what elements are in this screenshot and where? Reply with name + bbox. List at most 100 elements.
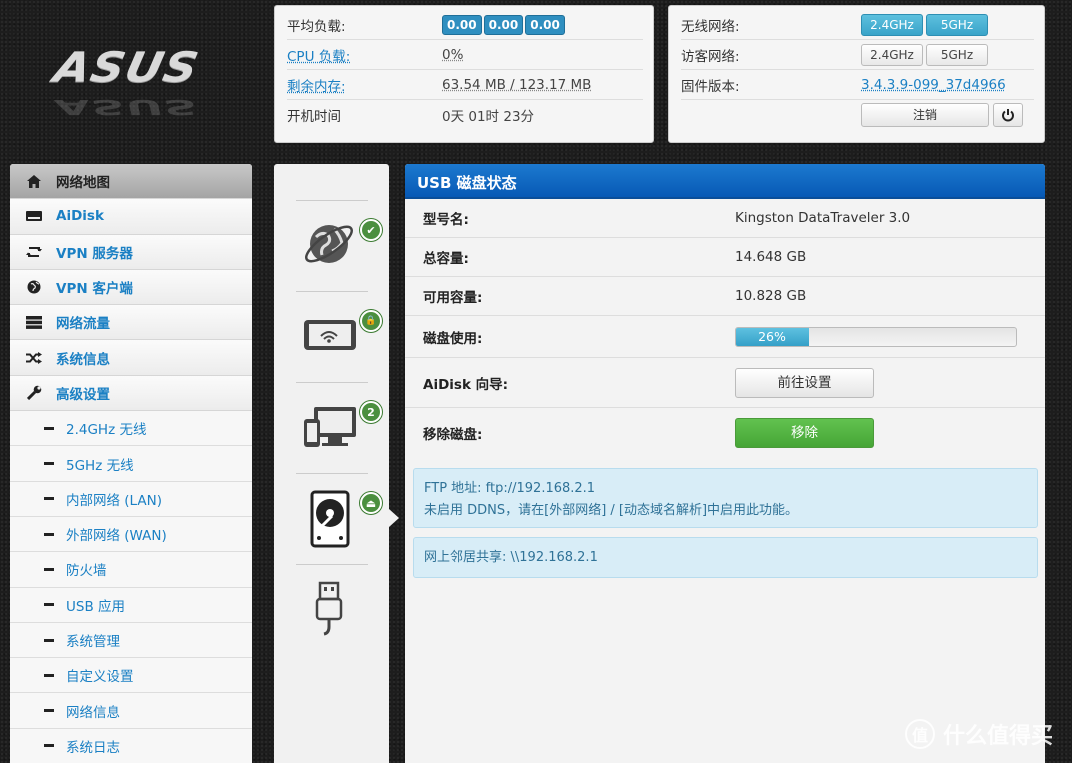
watermark: 值 什么值得买 — [905, 718, 1053, 750]
shuffle-icon — [22, 350, 46, 366]
selected-pointer — [389, 509, 399, 527]
sidebar-subitem-admin[interactable]: 系统管理 — [10, 622, 252, 659]
wireless-5ghz-button[interactable]: 5GHz — [926, 13, 988, 36]
sidebar-subitem-wan[interactable]: 外部网络 (WAN) — [10, 516, 252, 553]
sidebar-item-aidisk[interactable]: AiDisk — [10, 199, 252, 235]
sidebar-item-system-info[interactable]: 系统信息 — [10, 340, 252, 376]
wireless-24ghz-button[interactable]: 2.4GHz — [861, 13, 923, 36]
guest-network-row: 访客网络: 2.4GHz 5GHz — [681, 40, 1034, 70]
firmware-row: 固件版本: 3.4.3.9-099_37d4966 — [681, 70, 1034, 100]
usb-port-cell[interactable] — [296, 564, 368, 656]
firmware-label: 固件版本: — [681, 78, 740, 95]
sidebar-item-label: VPN 服务器 — [56, 245, 133, 262]
sidebar-subitem-firewall[interactable]: 防火墙 — [10, 552, 252, 588]
free-capacity-value: 10.828 GB — [735, 288, 807, 304]
watermark-logo-icon: 值 — [905, 719, 935, 749]
uptime-row: 开机时间 0天 01时 23分 — [287, 100, 643, 130]
traffic-icon — [22, 314, 46, 330]
sidebar-subitem-label: 系统管理 — [66, 634, 120, 650]
usb-disk-status-panel: USB 磁盘状态 型号名: Kingston DataTraveler 3.0 … — [405, 164, 1045, 763]
dash-icon — [44, 532, 54, 536]
home-icon — [22, 173, 46, 189]
wrench-icon — [22, 385, 46, 401]
sidebar-subitem-24ghz[interactable]: 2.4GHz 无线 — [10, 411, 252, 447]
clients-cell[interactable]: 2 — [296, 382, 382, 474]
sidebar-subitem-lan[interactable]: 内部网络 (LAN) — [10, 481, 252, 517]
clients-icon — [304, 407, 356, 447]
remove-disk-button[interactable]: 移除 — [735, 418, 874, 448]
guest-24ghz-button[interactable]: 2.4GHz — [861, 43, 923, 66]
free-capacity-label: 可用容量: — [423, 290, 483, 306]
sidebar-subitem-label: USB 应用 — [66, 598, 126, 615]
ftp-address-text: FTP 地址: ftp://192.168.2.1 — [424, 481, 596, 496]
guest-5ghz-button[interactable]: 5GHz — [926, 43, 988, 66]
usb-disk-cell[interactable]: ⏏ — [296, 473, 382, 565]
sidebar-subitem-label: 系统日志 — [66, 739, 120, 756]
panel-title: USB 磁盘状态 — [405, 164, 1045, 199]
firmware-version-link[interactable]: 3.4.3.9-099_37d4966 — [861, 77, 1006, 93]
sidebar-subitem-label: 外部网络 (WAN) — [66, 528, 167, 545]
disk-usage-percent: 26% — [758, 328, 786, 344]
model-row: 型号名: Kingston DataTraveler 3.0 — [405, 199, 1045, 238]
sidebar-item-label: 网络地图 — [56, 175, 110, 192]
client-count-badge: 2 — [360, 401, 382, 423]
sidebar-subitem-netinfo[interactable]: 网络信息 — [10, 693, 252, 729]
remove-disk-label: 移除磁盘: — [423, 427, 483, 443]
ddns-notice-text: 未启用 DDNS，请在[外部网络] / [动态域名解析]中启用此功能。 — [424, 503, 799, 518]
lock-badge: 🔒 — [360, 310, 382, 332]
sidebar-item-label: 网络流量 — [56, 316, 110, 333]
sidebar-subitem-label: 自定义设置 — [66, 669, 134, 686]
free-memory-link[interactable]: 剩余内存: — [287, 75, 442, 95]
internet-globe-icon — [305, 225, 353, 263]
aidisk-wizard-label: AiDisk 向导: — [423, 376, 509, 393]
dash-icon — [44, 567, 54, 571]
goto-settings-button[interactable]: 前往设置 — [735, 367, 874, 398]
dash-icon — [44, 638, 54, 642]
cpu-load-link[interactable]: CPU 负载: — [287, 45, 442, 65]
sidebar-subitem-syslog[interactable]: 系统日志 — [10, 728, 252, 763]
sidebar-item-traffic[interactable]: 网络流量 — [10, 305, 252, 341]
wireless-row: 无线网络: 2.4GHz 5GHz — [681, 10, 1034, 40]
wireless-security-cell[interactable]: 🔒 — [296, 291, 382, 383]
ftp-info-box: FTP 地址: ftp://192.168.2.1 未启用 DDNS，请在[外部… — [413, 468, 1038, 528]
sidebar-item-vpn-client[interactable]: VPN 客户端 — [10, 269, 252, 306]
wireless-status-box: 无线网络: 2.4GHz 5GHz 访客网络: 2.4GHz 5GHz 固件版本: … — [668, 5, 1045, 143]
sidebar-item-label: AiDisk — [56, 208, 104, 225]
sidebar-subitem-5ghz[interactable]: 5GHz 无线 — [10, 446, 252, 482]
sidebar-item-advanced[interactable]: 高级设置 — [10, 375, 252, 412]
cpu-load-row: CPU 负载: 0% — [287, 40, 643, 70]
load-5min-badge: 0.00 — [483, 14, 524, 35]
dash-icon — [44, 462, 54, 466]
sidebar-subitem-usb[interactable]: USB 应用 — [10, 587, 252, 623]
wireless-device-icon — [304, 320, 356, 350]
power-button[interactable] — [993, 103, 1023, 127]
model-value: Kingston DataTraveler 3.0 — [735, 210, 911, 226]
model-label: 型号名: — [423, 212, 469, 228]
total-capacity-label: 总容量: — [423, 251, 469, 267]
sidebar-subitem-label: 2.4GHz 无线 — [66, 422, 147, 439]
free-capacity-row: 可用容量: 10.828 GB — [405, 277, 1045, 316]
sidebar-item-network-map[interactable]: 网络地图 — [10, 164, 252, 200]
internet-status-cell[interactable]: ✔ — [296, 200, 382, 292]
dash-icon — [44, 744, 54, 748]
load-1min-badge: 0.00 — [442, 14, 482, 35]
sidebar-subitem-label: 防火墙 — [66, 563, 107, 580]
dash-icon — [44, 497, 54, 501]
dash-icon — [44, 603, 54, 607]
sidebar-item-vpn-server[interactable]: VPN 服务器 — [10, 234, 252, 270]
cpu-load-value: 0% — [442, 46, 464, 63]
wireless-label: 无线网络: — [681, 18, 740, 35]
sidebar-subitem-label: 5GHz 无线 — [66, 457, 134, 474]
sidebar-subitem-label: 网络信息 — [66, 704, 120, 721]
connected-check-badge: ✔ — [360, 219, 382, 241]
dash-icon — [44, 709, 54, 713]
logo-text: ASUS — [49, 42, 204, 92]
sidebar-subitem-custom[interactable]: 自定义设置 — [10, 658, 252, 694]
sidebar-subitem-label: 内部网络 (LAN) — [66, 492, 162, 509]
uptime-label: 开机时间 — [287, 109, 341, 125]
logout-button[interactable]: 注销 — [861, 103, 989, 127]
system-status-box: 平均负载: 0.00 0.00 0.00 CPU 负载: 0% 剩余内存: 63.5… — [274, 5, 654, 143]
dash-icon — [44, 673, 54, 677]
uptime-value: 0天 01时 23分 — [442, 109, 535, 125]
power-icon — [1002, 109, 1014, 122]
